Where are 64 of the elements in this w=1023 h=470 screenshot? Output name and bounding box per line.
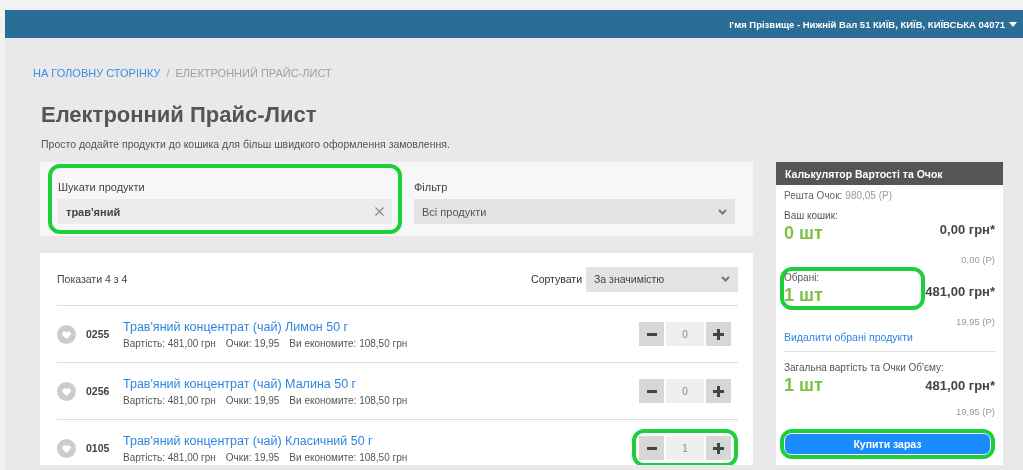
field-label: Шукати продукти	[58, 180, 146, 194]
product-code: 0256	[86, 385, 111, 397]
clear-icon[interactable]	[375, 207, 384, 216]
product-link[interactable]: Трав'яний концентрат (чай) Лимон 50 г	[123, 319, 349, 334]
summary-price: 481,00 грн*	[925, 378, 995, 393]
increase-button[interactable]	[706, 436, 731, 460]
summary-price: 481,00 грн*	[925, 284, 995, 299]
plus-icon	[713, 385, 724, 397]
item-count: 1 шт	[784, 374, 824, 396]
minus-icon	[646, 389, 657, 393]
summary-label: Обрані:	[784, 271, 820, 284]
plus-icon	[713, 328, 724, 340]
product-link[interactable]: Трав'яний концентрат (чай) Класичний 50 г	[123, 433, 373, 448]
quantity-field[interactable]: 1	[666, 436, 704, 460]
summary-points: 19,95 (Р)	[954, 316, 995, 327]
product-points: Очки: 19,95	[225, 451, 280, 463]
decrease-button[interactable]	[639, 322, 664, 346]
caret-icon[interactable]	[1009, 21, 1017, 27]
remove-selected-link[interactable]: Видалити обрані продукти	[784, 331, 913, 343]
summary-points: 0,00 (Р)	[960, 254, 995, 265]
sort-label: Сортувати	[531, 273, 582, 285]
breadcrumb-current: ЕЛЕКТРОННИЙ ПРАЙС-ЛИСТ	[175, 67, 332, 79]
increase-button[interactable]	[706, 379, 731, 403]
minus-icon	[646, 446, 657, 450]
filter-dropdown[interactable]: Всі продукти	[414, 199, 735, 224]
product-points: Очки: 19,95	[225, 337, 280, 349]
page-description: Просто додайте продукти до кошика для більш швидкого оформлення замовлення.	[41, 138, 451, 152]
buy-now-button[interactable]: Купити зараз	[785, 434, 990, 454]
balance-label: Решта Очок:	[784, 190, 843, 201]
summary-label: Загальна вартість та Очки Об'єму:	[784, 361, 944, 374]
product-code: 0255	[86, 328, 111, 340]
results-count: Показати 4 з 4	[57, 273, 129, 285]
sort-dropdown[interactable]: За значимістю	[586, 266, 738, 292]
decrease-button[interactable]	[639, 379, 664, 403]
product-price: Вартість: 481,00 грн	[123, 337, 216, 349]
summary-price: 0,00 грн*	[939, 222, 995, 237]
product-savings: Ви економите: 108,50 грн	[289, 337, 408, 349]
breadcrumb-link[interactable]: НА ГОЛОВНУ СТОРІНКУ	[33, 67, 161, 79]
product-points: Очки: 19,95	[225, 394, 280, 406]
item-count: 0 шт	[784, 222, 824, 244]
chevron-down-icon	[718, 208, 727, 215]
page-title: Електронний Прайс-Лист	[41, 102, 318, 128]
summary-label: Ваш кошик:	[784, 209, 838, 222]
field-label: Фільтр	[414, 180, 449, 194]
chevron-down-icon	[721, 276, 730, 282]
product-price: Вартість: 481,00 грн	[123, 394, 216, 406]
quantity-field[interactable]: 0	[666, 322, 704, 346]
product-link[interactable]: Трав'яний концентрат (чай) Малина 50 г	[123, 376, 357, 391]
minus-icon	[646, 332, 657, 336]
product-savings: Ви економите: 108,50 грн	[289, 451, 408, 463]
balance-value: 980,05 (Р)	[845, 190, 893, 201]
quantity-field[interactable]: 0	[666, 379, 704, 403]
product-code: 0105	[86, 442, 111, 454]
breadcrumb-separator: /	[166, 67, 170, 79]
search-field[interactable]: трав'яний	[58, 199, 392, 224]
user-address[interactable]: І'мя Прізвище - Нижній Вал 51 КИЇВ, КИЇВ, КИЇВСЬКА 04071	[729, 18, 1005, 30]
increase-button[interactable]	[706, 322, 731, 346]
panel-title: Калькулятор Вартості та Очок	[776, 162, 1003, 185]
summary-points: 19,95 (Р)	[954, 406, 995, 417]
plus-icon	[713, 442, 724, 454]
decrease-button[interactable]	[639, 436, 664, 460]
item-count: 1 шт	[784, 284, 824, 306]
product-savings: Ви економите: 108,50 грн	[289, 394, 408, 406]
product-price: Вартість: 481,00 грн	[123, 451, 216, 463]
